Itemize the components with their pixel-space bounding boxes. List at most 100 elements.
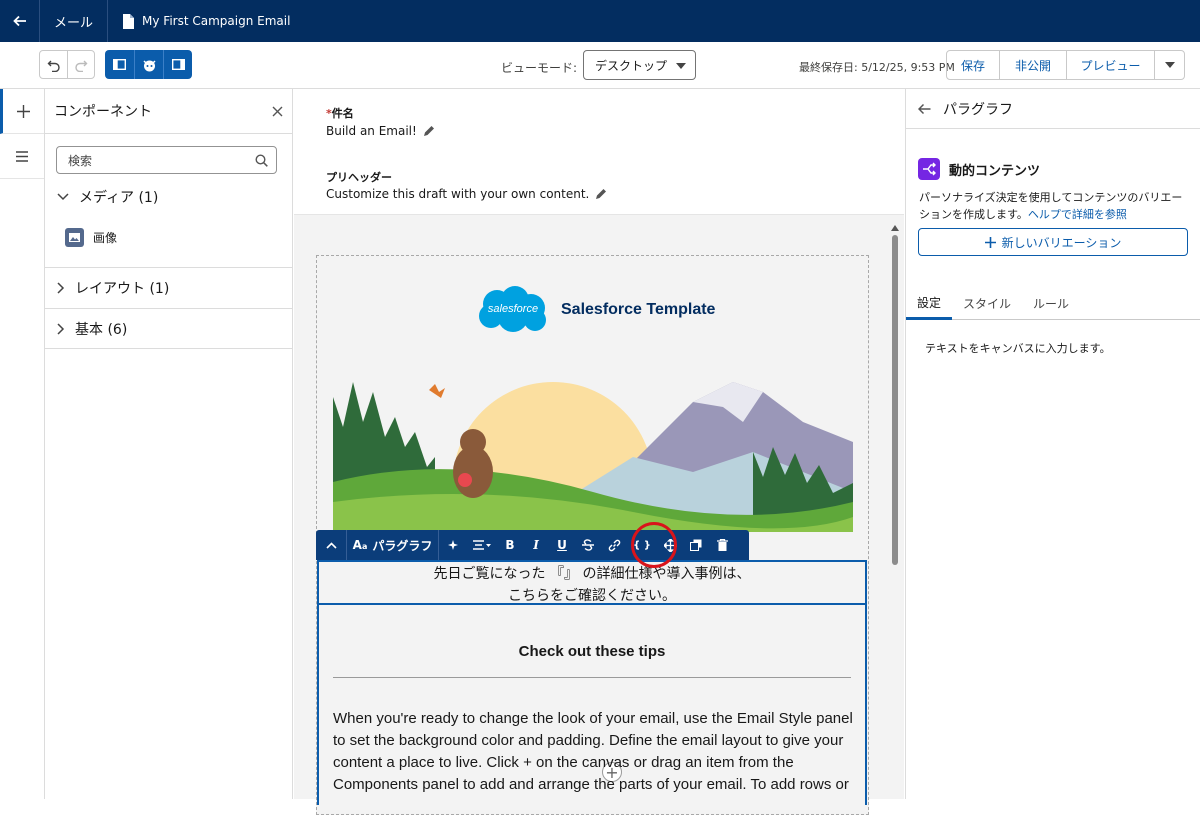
more-actions-button[interactable] [1154, 51, 1184, 79]
back-arrow-icon[interactable] [918, 103, 931, 115]
collapse-button[interactable] [316, 530, 346, 560]
redo-icon [75, 60, 88, 72]
panel-title: コンポーネント [54, 104, 152, 120]
redo-button[interactable] [67, 51, 94, 78]
dynamic-content-description: パーソナライズ決定を使用してコンテンツのバリエーションを作成します。ヘルプで詳細… [919, 189, 1191, 223]
strikethrough-icon [582, 539, 594, 551]
view-mode-select[interactable]: デスクトップ [583, 50, 696, 80]
undo-button[interactable] [40, 51, 67, 78]
section-media-label: メディア (1) [79, 189, 159, 206]
help-link[interactable]: ヘルプで詳細を参照 [1028, 208, 1127, 221]
link-icon [608, 539, 620, 551]
component-image-label: 画像 [93, 230, 118, 245]
brand-title: Salesforce Template [561, 301, 716, 318]
subject-label: *件名 [326, 107, 354, 120]
preview-button[interactable]: プレビュー [1066, 51, 1154, 79]
chevron-down-icon [676, 63, 686, 69]
components-panel-header: コンポーネント [45, 89, 292, 134]
link-button[interactable] [601, 530, 627, 560]
duplicate-button[interactable] [683, 530, 709, 560]
properties-panel-header: パラグラフ [906, 89, 1200, 129]
tips-block[interactable]: Check out these tips When you're ready t… [317, 605, 867, 805]
italic-button[interactable]: I [523, 530, 549, 560]
component-search-input[interactable]: 検索 [56, 146, 277, 174]
panel-toggle-group [105, 50, 192, 79]
components-panel: コンポーネント 検索 メディア (1) 画像 レイアウト (1) 基本 (6) [45, 89, 293, 799]
close-icon[interactable] [272, 106, 283, 117]
align-dropdown[interactable] [467, 530, 497, 560]
align-center-icon [473, 540, 491, 550]
unpublish-button[interactable]: 非公開 [999, 51, 1066, 79]
image-icon [65, 227, 84, 247]
new-variation-button[interactable]: 新しいバリエーション [918, 228, 1188, 256]
chevron-down-icon [1164, 62, 1175, 68]
text-style-dropdown[interactable]: Aa パラグラフ [347, 530, 438, 560]
section-media[interactable]: メディア (1) [45, 176, 292, 217]
bold-button[interactable]: B [497, 530, 523, 560]
properties-title: パラグラフ [943, 101, 1013, 118]
salesforce-logo: salesforce [475, 284, 551, 336]
scrollbar-thumb[interactable] [892, 235, 898, 565]
trash-icon [716, 539, 728, 551]
pencil-icon[interactable] [595, 188, 607, 200]
undo-icon [47, 60, 60, 72]
document-title: My First Campaign Email [108, 13, 290, 29]
tips-title: Check out these tips [518, 643, 666, 660]
right-panel-toggle[interactable] [163, 50, 192, 79]
breadcrumb-mail[interactable]: メール [40, 0, 109, 42]
section-basic[interactable]: 基本 (6) [45, 308, 292, 349]
new-variation-label: 新しいバリエーション [1001, 235, 1122, 250]
paragraph-block[interactable]: 先日ご覧になった 『』 の詳細仕様や導入事例は、 こちらをご確認ください。 [317, 560, 867, 605]
app-header: メール My First Campaign Email [0, 0, 1200, 42]
logo-text: salesforce [487, 303, 539, 315]
hero-illustration [333, 362, 853, 532]
underline-button[interactable]: U [549, 530, 575, 560]
einstein-toggle[interactable] [134, 50, 163, 79]
sparkle-icon [447, 539, 458, 550]
chevron-up-icon [325, 541, 337, 549]
back-arrow-icon [12, 15, 26, 27]
strikethrough-button[interactable] [575, 530, 601, 560]
section-layout[interactable]: レイアウト (1) [45, 267, 292, 308]
action-button-group: 保存 非公開 プレビュー [946, 50, 1185, 80]
chevron-right-icon [57, 282, 65, 294]
properties-panel: パラグラフ 動的コンテンツ パーソナライズ決定を使用してコンテンツのバリエーショ… [905, 89, 1200, 799]
section-basic-label: 基本 (6) [75, 321, 128, 338]
plus-icon [17, 104, 30, 118]
tab-settings[interactable]: 設定 [906, 287, 953, 320]
right-panel-icon [171, 59, 185, 70]
tab-rules[interactable]: ルール [1022, 287, 1080, 320]
preheader-field[interactable]: Customize this draft with your own conte… [326, 187, 607, 201]
tab-style[interactable]: スタイル [952, 287, 1022, 320]
paragraph-line-1: 先日ご覧になった 『』 の詳細仕様や導入事例は、 [433, 566, 751, 582]
plus-icon [984, 236, 996, 248]
back-button[interactable] [0, 0, 40, 42]
properties-tabs: 設定 スタイル ルール [906, 287, 1200, 320]
add-components-tab[interactable] [0, 89, 44, 134]
text-size-icon: Aa [352, 538, 368, 552]
ai-assist-button[interactable] [439, 530, 467, 560]
list-icon [16, 150, 28, 162]
delete-button[interactable] [709, 530, 735, 560]
preheader-value: Customize this draft with your own conte… [326, 187, 590, 201]
preheader-label: プリヘッダー [326, 171, 392, 184]
left-panel-toggle[interactable] [105, 50, 134, 79]
subject-value: Build an Email! [326, 124, 417, 138]
pencil-icon[interactable] [423, 125, 435, 137]
email-properties: *件名 Build an Email! プリヘッダー Customize thi… [294, 89, 904, 215]
search-icon [255, 153, 268, 167]
settings-hint: テキストをキャンバスに入力します。 [925, 342, 1111, 355]
scroll-up-icon [891, 225, 899, 231]
outline-tab[interactable] [0, 134, 44, 179]
view-mode-value: デスクトップ [595, 58, 668, 73]
canvas-scrollbar[interactable] [891, 225, 899, 565]
component-image[interactable]: 画像 [45, 217, 292, 257]
left-panel-icon [113, 59, 126, 70]
tips-divider [333, 677, 851, 678]
subject-field[interactable]: Build an Email! [326, 124, 435, 138]
save-button[interactable]: 保存 [947, 51, 999, 79]
chevron-down-icon [57, 192, 69, 200]
history-button-group [39, 50, 95, 79]
highlight-annotation [631, 522, 677, 568]
last-saved-text: 最終保存日: 5/12/25, 9:53 PM [799, 61, 955, 74]
